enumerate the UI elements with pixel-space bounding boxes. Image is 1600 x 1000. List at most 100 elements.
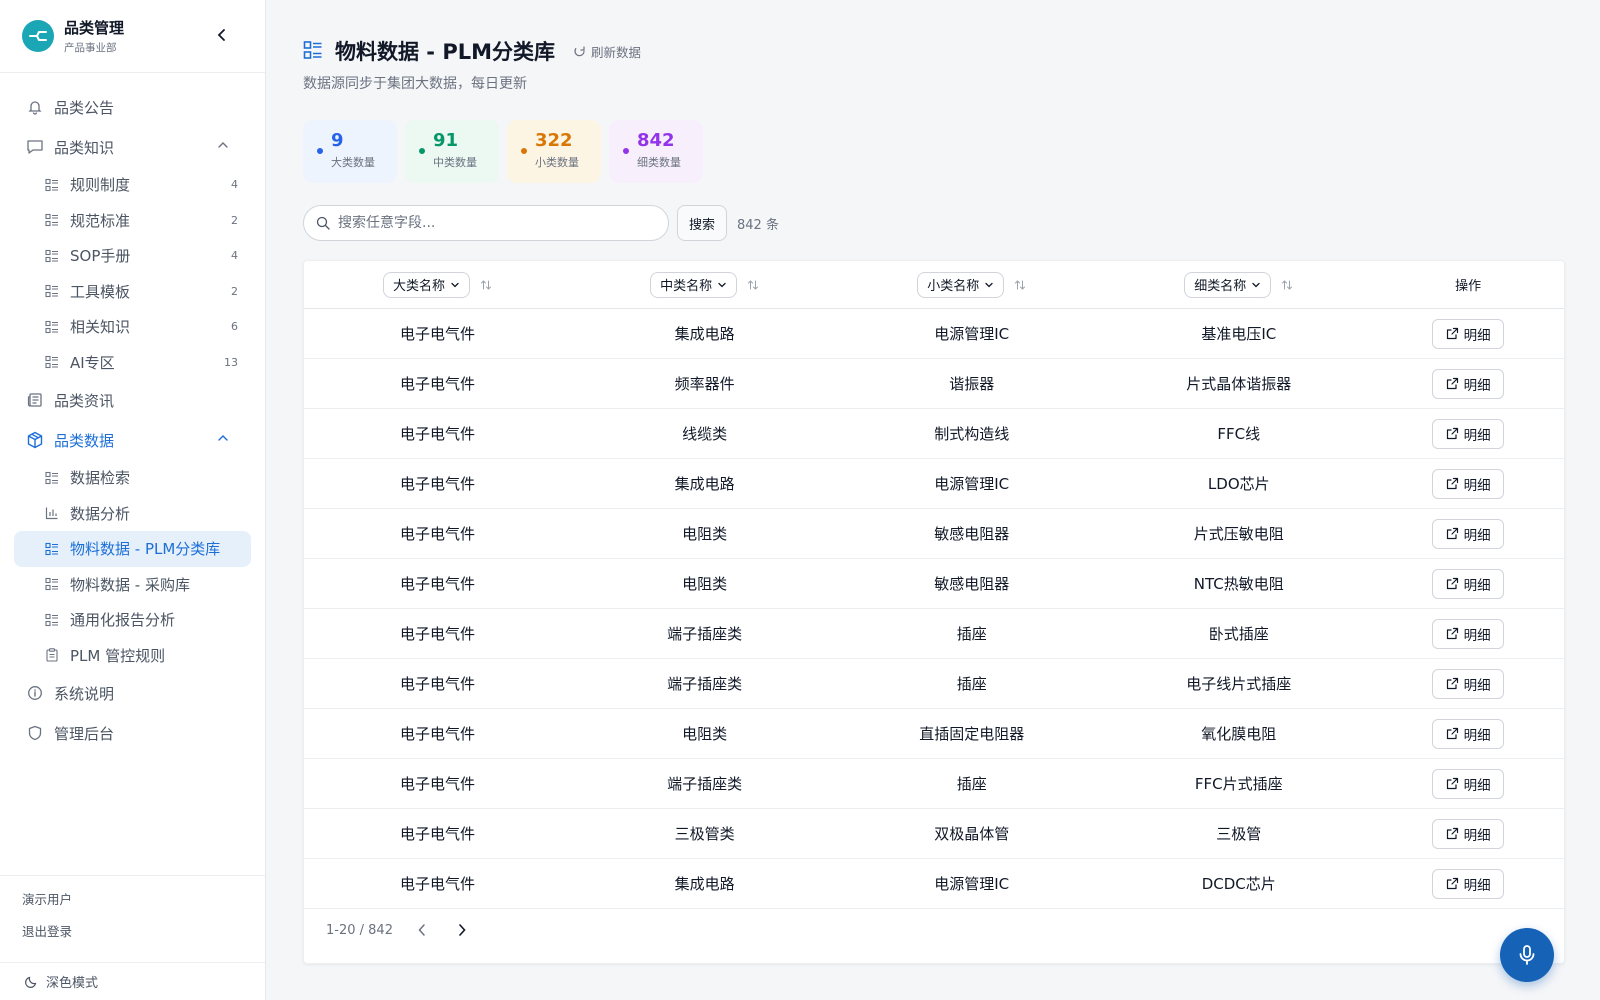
- voice-input-button[interactable]: [1500, 928, 1554, 982]
- sidebar-item-report-analysis[interactable]: 通用化报告分析: [0, 602, 265, 638]
- detail-button[interactable]: 明细: [1432, 818, 1505, 849]
- stats-row: 9 大类数量 91 中类数量 322 小类数量 842 细类数量: [303, 120, 703, 183]
- sidebar-item-label: 通用化报告分析: [70, 611, 176, 630]
- table-cell: 频率器件: [674, 375, 735, 393]
- search-row: 搜索 842 条: [303, 205, 779, 241]
- page-title: 物料数据 - PLM分类库: [335, 40, 556, 64]
- nav-item-announcements[interactable]: 品类公告: [0, 87, 265, 127]
- nav-item-data[interactable]: 品类数据: [0, 420, 265, 460]
- status-dot: [317, 148, 323, 154]
- search-box[interactable]: [303, 205, 669, 241]
- column-header: 大类名称: [304, 271, 571, 298]
- table-row: 电子电气件 集成电路 电源管理IC 基准电压IC 明细: [304, 309, 1564, 359]
- detail-button[interactable]: 明细: [1432, 568, 1505, 599]
- table-cell: FFC片式插座: [1194, 775, 1283, 793]
- nav-item-knowledge[interactable]: 品类知识: [0, 127, 265, 167]
- chevron-up-icon[interactable]: [217, 432, 231, 446]
- dark-mode-toggle[interactable]: 深色模式: [0, 962, 265, 1000]
- sort-icon[interactable]: [747, 279, 759, 291]
- sidebar-item-templates[interactable]: 工具模板 2: [0, 274, 265, 310]
- sidebar-item-purchase-library[interactable]: 物料数据 - 采购库: [0, 567, 265, 603]
- nav-item-news[interactable]: 品类资讯: [0, 380, 265, 420]
- table-cell: 电源管理IC: [934, 875, 1010, 893]
- sidebar-item-related[interactable]: 相关知识 6: [0, 309, 265, 345]
- chevron-down-icon: [451, 282, 459, 287]
- sidebar-item-ai[interactable]: AI专区 13: [0, 345, 265, 381]
- chevron-down-icon: [1251, 280, 1261, 290]
- nav-label: 管理后台: [54, 724, 115, 743]
- sort-icon[interactable]: [480, 279, 492, 291]
- table-cell: 端子插座类: [667, 675, 743, 693]
- table-cell: 谐振器: [949, 375, 995, 393]
- column-filter-dropdown[interactable]: 中类名称: [650, 271, 738, 298]
- sidebar-item-label: AI专区: [70, 353, 115, 372]
- table-row: 电子电气件 端子插座类 插座 电子线片式插座 明细: [304, 659, 1564, 709]
- chevron-up-icon[interactable]: [217, 139, 231, 153]
- sidebar-item-standards[interactable]: 规范标准 2: [0, 203, 265, 239]
- refresh-button[interactable]: 刷新数据: [573, 42, 641, 61]
- sort-icon[interactable]: [1014, 279, 1026, 291]
- detail-button[interactable]: 明细: [1432, 468, 1505, 499]
- list-icon: [44, 541, 59, 556]
- stat-card: 91 中类数量: [405, 120, 499, 183]
- sidebar-item-label: 规范标准: [70, 211, 131, 230]
- column-header-label: 细类名称: [1194, 279, 1247, 294]
- nav-label: 系统说明: [54, 684, 115, 703]
- sidebar-item-data-search[interactable]: 数据检索: [0, 460, 265, 496]
- column-header-label: 小类名称: [927, 279, 980, 294]
- detail-button[interactable]: 明细: [1432, 668, 1505, 699]
- detail-button[interactable]: 明细: [1432, 368, 1505, 399]
- collapse-sidebar-button[interactable]: [213, 26, 231, 44]
- column-filter-dropdown[interactable]: 大类名称: [383, 271, 471, 298]
- main-content: 物料数据 - PLM分类库 刷新数据 数据源同步于集团大数据，每日更新 9 大类数…: [266, 0, 1600, 1000]
- table-cell: 线缆类: [682, 425, 728, 443]
- table-cell: FFC线: [1217, 425, 1261, 443]
- sidebar-item-sop[interactable]: SOP手册 4: [0, 238, 265, 274]
- message-square-icon: [26, 138, 44, 156]
- detail-button[interactable]: 明细: [1432, 418, 1505, 449]
- detail-button[interactable]: 明细: [1432, 768, 1505, 799]
- table-cell: 端子插座类: [667, 775, 743, 793]
- table-cell: 电子电气件: [400, 575, 476, 593]
- list-icon: [44, 284, 59, 299]
- chevron-left-icon: [217, 29, 225, 41]
- logout-link[interactable]: 退出登录: [22, 922, 243, 954]
- nav-label: 品类公告: [54, 98, 115, 117]
- nav-item-system-info[interactable]: 系统说明: [0, 673, 265, 713]
- table-cell: 集成电路: [674, 325, 735, 343]
- prev-page-button[interactable]: [411, 919, 433, 941]
- sidebar-item-rules[interactable]: 规则制度 4: [0, 167, 265, 203]
- detail-button[interactable]: 明细: [1432, 318, 1505, 349]
- sidebar-item-label: 数据检索: [70, 469, 131, 488]
- sidebar-item-plm-rules[interactable]: PLM 管控规则: [0, 638, 265, 674]
- detail-button[interactable]: 明细: [1432, 518, 1505, 549]
- detail-button[interactable]: 明细: [1432, 718, 1505, 749]
- search-input[interactable]: [338, 215, 658, 231]
- column-filter-dropdown[interactable]: 小类名称: [917, 271, 1005, 298]
- chevron-right-icon: [459, 924, 466, 936]
- info-icon: [26, 684, 44, 702]
- table-cell: 片式晶体谐振器: [1186, 375, 1292, 393]
- sort-icon[interactable]: [1281, 279, 1293, 291]
- column-filter-dropdown[interactable]: 细类名称: [1184, 271, 1272, 298]
- table-cell: 三极管: [1216, 825, 1262, 843]
- chevron-left-icon: [418, 924, 425, 936]
- nav-item-admin[interactable]: 管理后台: [0, 713, 265, 753]
- refresh-label: 刷新数据: [591, 44, 642, 60]
- column-header-actions: 操作: [1455, 279, 1482, 294]
- sidebar-item-data-analysis[interactable]: 数据分析: [0, 496, 265, 532]
- next-page-button[interactable]: [451, 919, 473, 941]
- list-icon: [44, 577, 59, 592]
- chevron-down-icon: [985, 282, 993, 287]
- column-header-label: 中类名称: [660, 279, 713, 294]
- detail-button[interactable]: 明细: [1432, 868, 1505, 899]
- external-link-icon: [1446, 377, 1459, 390]
- search-button[interactable]: 搜索: [677, 205, 727, 241]
- table-cell: 基准电压IC: [1201, 325, 1277, 343]
- detail-button[interactable]: 明细: [1432, 618, 1505, 649]
- sidebar-item-plm-library[interactable]: 物料数据 - PLM分类库: [14, 531, 251, 567]
- external-link-icon: [1446, 477, 1459, 490]
- column-header: 中类名称: [571, 271, 838, 298]
- detail-label: 明细: [1463, 727, 1491, 744]
- table-cell-actions: 明细: [1372, 518, 1564, 549]
